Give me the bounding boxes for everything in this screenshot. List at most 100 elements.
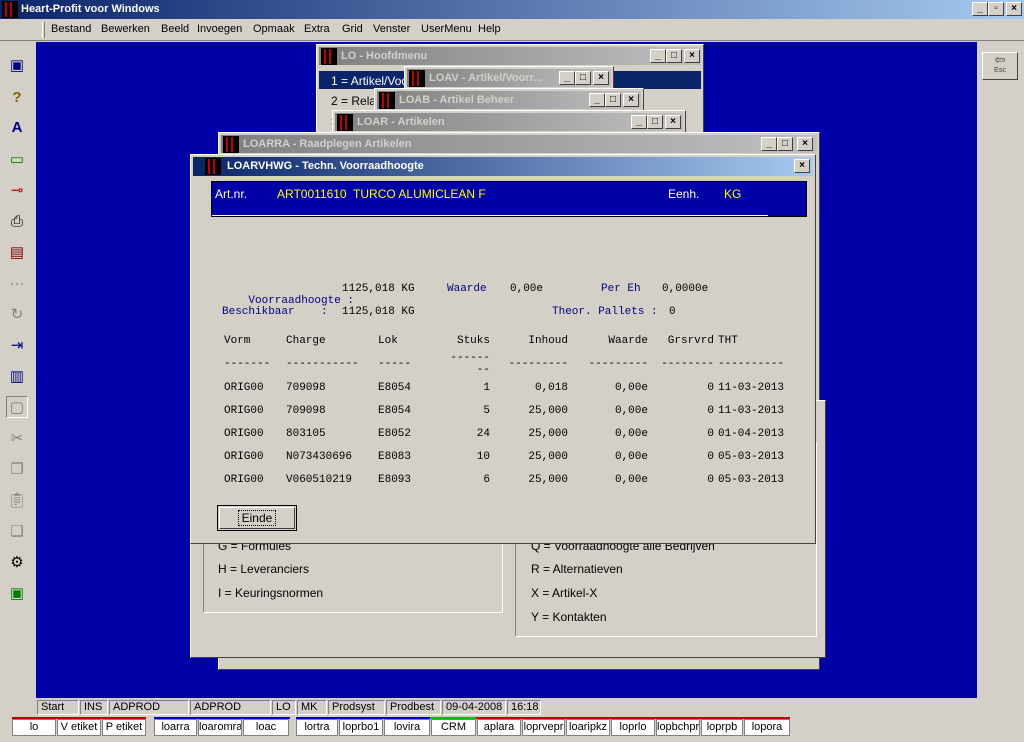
loar-maximize-button[interactable]: □	[647, 115, 663, 129]
table-row[interactable]: ORIG00 709098 E8054 1 0,018 0,00e 0 11-0…	[224, 376, 794, 399]
folder-icon[interactable]: ▭	[6, 148, 28, 170]
task-v-etiket[interactable]: V etiket	[57, 719, 101, 736]
loar-minimize-button[interactable]: _	[631, 115, 647, 129]
window-loarvhwg[interactable]: LOARVHWG - Techn. Voorraadhoogte × Art.n…	[190, 154, 816, 544]
menu-bestand[interactable]: Bestand	[51, 23, 91, 35]
task-loprvepr[interactable]: loprvepr	[522, 719, 565, 736]
loarra-item-keuringsnormen[interactable]: I = Keuringsnormen	[218, 586, 323, 600]
menu-help[interactable]: Help	[478, 23, 501, 35]
copy-icon[interactable]: ❐	[6, 458, 28, 480]
loarvhwg-close-button[interactable]: ×	[794, 159, 810, 173]
paste-special-icon[interactable]: ❏	[6, 520, 28, 542]
cell-charge: 709098	[286, 381, 326, 394]
task-lovira[interactable]: lovira	[384, 719, 430, 736]
separator: -----	[378, 358, 412, 370]
loav-maximize-button[interactable]: □	[575, 71, 591, 85]
task-loaromra[interactable]: loaromra	[198, 719, 242, 736]
waarde-value: 0,00e	[510, 283, 544, 295]
table-row[interactable]: ORIG00 V060510219 E8093 6 25,000 0,00e 0…	[224, 468, 794, 491]
cell-vorm: ORIG00	[224, 450, 264, 463]
task-lopora[interactable]: lopora	[744, 719, 790, 736]
dots-icon[interactable]: ···	[6, 272, 28, 294]
loarra-title: LOARRA - Raadplegen Artikelen	[243, 138, 412, 150]
window-loab[interactable]: LOAB - Artikel Beheer _ □ ×	[374, 88, 644, 112]
loarra-minimize-button[interactable]: _	[761, 137, 777, 151]
loarra-item-kontakten[interactable]: Y = Kontakten	[531, 610, 607, 624]
menu-bewerken[interactable]: Bewerken	[101, 23, 150, 35]
menu-venster[interactable]: Venster	[373, 23, 410, 35]
loav-logo-icon	[409, 70, 425, 87]
chart-icon[interactable]: ▥	[6, 365, 28, 387]
cell-waarde: 0,00e	[614, 404, 648, 417]
einde-button[interactable]: Einde	[217, 505, 297, 531]
task-loprlo[interactable]: loprlo	[611, 719, 655, 736]
loarra-maximize-button[interactable]: □	[777, 137, 793, 151]
loab-close-button[interactable]: ×	[623, 93, 639, 107]
cell-vorm: ORIG00	[224, 427, 264, 440]
menu-grid[interactable]: Grid	[342, 23, 363, 35]
loav-close-button[interactable]: ×	[593, 71, 609, 85]
paste-icon[interactable]: 📋︎	[6, 489, 28, 511]
hoofdmenu-close-button[interactable]: ×	[684, 49, 700, 63]
status-time: 16:18	[507, 700, 541, 715]
export-icon[interactable]: ⇥	[6, 334, 28, 356]
loab-titlebar: LOAB - Artikel Beheer _ □ ×	[377, 91, 641, 109]
printer-icon[interactable]: ⎙	[6, 210, 28, 232]
loab-maximize-button[interactable]: □	[605, 93, 621, 107]
help-icon[interactable]: ?	[6, 86, 28, 108]
task-p-etiket[interactable]: P etiket	[102, 719, 146, 736]
font-edit-icon[interactable]: A	[6, 116, 28, 138]
hoofdmenu-item-2[interactable]: 2 = Rela	[331, 94, 376, 108]
right-toolbar: ⇦ Esc	[977, 42, 1024, 698]
loab-minimize-button[interactable]: _	[589, 93, 605, 107]
col-header: Waarde	[608, 334, 648, 347]
menu-invoegen[interactable]: Invoegen	[197, 23, 242, 35]
window-loav[interactable]: LOAV - Artikel/Voorr... _ □ ×	[404, 66, 614, 90]
table-row[interactable]: ORIG00 803105 E8052 24 25,000 0,00e 0 01…	[224, 422, 794, 445]
task-loac[interactable]: loac	[243, 719, 289, 736]
task-lo[interactable]: lo	[12, 719, 56, 736]
cell-lok: E8054	[378, 381, 412, 394]
menu-usermenu[interactable]: UserMenu	[421, 23, 472, 35]
app-close-button[interactable]: ×	[1006, 2, 1022, 16]
task-loarra[interactable]: loarra	[154, 719, 197, 736]
cell-charge: 709098	[286, 404, 326, 417]
table-row[interactable]: ORIG00 N073430696 E8083 10 25,000 0,00e …	[224, 445, 794, 468]
loarra-item-artikel-x[interactable]: X = Artikel-X	[531, 586, 597, 600]
cell-grsrvrd: 0	[707, 404, 714, 417]
loarra-close-button[interactable]: ×	[797, 137, 813, 151]
key-icon[interactable]: ⊸	[6, 179, 28, 201]
task-lortra[interactable]: lortra	[296, 719, 338, 736]
refresh-icon[interactable]: ↻	[6, 303, 28, 325]
form-icon[interactable]: ▤	[6, 241, 28, 263]
left-toolbar: ▣ ? A ▭ ⊸ ⎙ ▤ ··· ↻ ⇥ ▥ ▢ ✂ ❐ 📋︎ ❏ ⚙ ▣	[0, 42, 36, 698]
loarra-item-leveranciers[interactable]: H = Leveranciers	[218, 562, 309, 576]
window-icon[interactable]: ▣	[6, 54, 28, 76]
cell-waarde: 0,00e	[614, 381, 648, 394]
settings-icon[interactable]: ⚙	[6, 551, 28, 573]
table-row[interactable]: ORIG00 709098 E8054 5 25,000 0,00e 0 11-…	[224, 399, 794, 422]
app-restore-button[interactable]: ▫	[988, 2, 1004, 16]
menu-extra[interactable]: Extra	[304, 23, 330, 35]
cell-tht: 11-03-2013	[718, 404, 785, 417]
loarra-titlebar: LOARRA - Raadplegen Artikelen _ □ ×	[221, 135, 817, 153]
menu-opmaak[interactable]: Opmaak	[253, 23, 295, 35]
task-loprpb[interactable]: loprpb	[701, 719, 743, 736]
menu-beeld[interactable]: Beeld	[161, 23, 189, 35]
screen-icon[interactable]: ▣	[6, 582, 28, 604]
hoofdmenu-minimize-button[interactable]: _	[650, 49, 666, 63]
task-aplara[interactable]: aplara	[477, 719, 521, 736]
esc-button[interactable]: ⇦ Esc	[982, 52, 1018, 80]
frame-icon[interactable]: ▢	[6, 396, 28, 418]
task-lopbchpr[interactable]: lopbchpr	[656, 719, 700, 736]
cut-icon[interactable]: ✂	[6, 427, 28, 449]
task-loprbo1[interactable]: loprbo1	[339, 719, 383, 736]
app-minimize-button[interactable]: _	[972, 2, 988, 16]
loar-close-button[interactable]: ×	[665, 115, 681, 129]
loarra-item-alternatieven[interactable]: R = Alternatieven	[531, 562, 623, 576]
hoofdmenu-maximize-button[interactable]: □	[666, 49, 682, 63]
waarde-label: Waarde	[447, 283, 487, 295]
loav-minimize-button[interactable]: _	[559, 71, 575, 85]
task-loaripkz[interactable]: loaripkz	[566, 719, 610, 736]
task-crm[interactable]: CRM	[431, 719, 476, 736]
